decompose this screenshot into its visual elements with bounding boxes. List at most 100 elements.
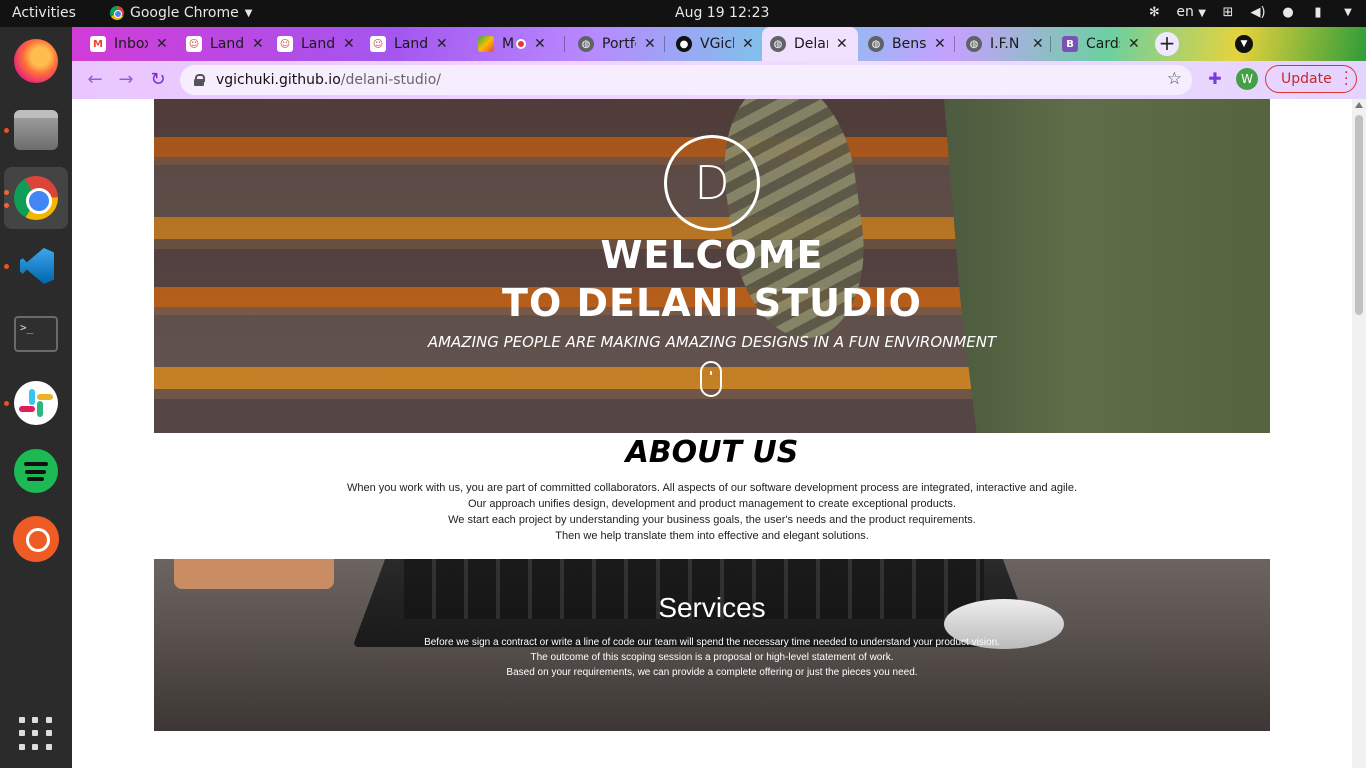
about-line: Our approach unifies design, development… xyxy=(468,498,956,510)
close-icon[interactable]: ✕ xyxy=(534,36,546,52)
services-heading: Services xyxy=(658,592,766,623)
volume-icon[interactable]: ◀) xyxy=(1250,4,1266,20)
tab-title: Inbox xyxy=(114,36,148,52)
tab-meet[interactable]: M ✕ xyxy=(470,27,554,61)
dock-vscode[interactable] xyxy=(12,242,60,290)
caret-down-icon: ▼ xyxy=(1198,8,1206,19)
close-icon[interactable]: ✕ xyxy=(156,36,168,52)
tab-title: VGichuki xyxy=(700,36,734,52)
tab-bens[interactable]: ◍ Bens ✕ xyxy=(860,27,954,61)
update-button[interactable]: Update · · · xyxy=(1265,65,1357,93)
services-line: The outcome of this scoping session is a… xyxy=(530,652,894,663)
tab-title: Landing xyxy=(301,36,335,52)
scroll-mouse-icon[interactable] xyxy=(700,361,722,397)
close-icon[interactable]: ✕ xyxy=(742,36,754,52)
spotify-icon xyxy=(14,449,58,493)
browser-toolbar: ← → ↻ vgichuki.github.io/delani-studio/ … xyxy=(72,61,1366,99)
close-icon[interactable]: ✕ xyxy=(343,36,355,52)
running-indicator xyxy=(4,128,9,133)
tab-title: Landing xyxy=(210,36,244,52)
url-host: vgichuki.github.io xyxy=(216,72,341,88)
globe-icon: ◍ xyxy=(578,36,594,52)
close-icon[interactable]: ✕ xyxy=(436,36,448,52)
page-scrollbar[interactable] xyxy=(1352,99,1366,768)
close-icon[interactable]: ✕ xyxy=(934,36,946,52)
firefox-icon xyxy=(14,39,58,83)
reload-icon[interactable]: ↻ xyxy=(147,69,169,91)
system-top-bar: Activities Google Chrome ▼ Aug 19 12:23 … xyxy=(0,0,1366,27)
microphone-icon[interactable]: ● xyxy=(1280,4,1296,20)
scroll-up-arrow-icon[interactable] xyxy=(1355,102,1363,108)
tab-title: Landing xyxy=(394,36,428,52)
dock-postman[interactable] xyxy=(12,515,60,563)
tab-inbox[interactable]: M Inbox ✕ xyxy=(82,27,176,61)
new-tab-button[interactable]: + xyxy=(1155,32,1179,56)
battery-icon[interactable]: ▮ xyxy=(1310,4,1326,20)
tab-title: Portfolio xyxy=(602,36,636,52)
scrollbar-thumb[interactable] xyxy=(1355,115,1363,315)
tab-vgichuki[interactable]: ● VGichuki ✕ xyxy=(668,27,762,61)
caret-down-icon[interactable]: ▼ xyxy=(1340,4,1356,20)
address-bar[interactable]: vgichuki.github.io/delani-studio/ ☆ xyxy=(180,65,1192,95)
tab-separator xyxy=(954,36,955,52)
profile-avatar[interactable]: W xyxy=(1236,68,1258,90)
lock-icon[interactable] xyxy=(194,74,205,86)
more-vert-icon[interactable]: · · · xyxy=(1344,66,1348,92)
back-arrow-icon[interactable]: ← xyxy=(84,69,106,91)
tab-ifn[interactable]: ◍ I.F.N ✕ xyxy=(958,27,1052,61)
close-icon[interactable]: ✕ xyxy=(1032,36,1044,52)
dock-spotify[interactable] xyxy=(12,447,60,495)
url-path: /delani-studio/ xyxy=(340,72,441,88)
app-menu[interactable]: Google Chrome ▼ xyxy=(110,5,252,21)
tab-delani-active[interactable]: ◍ Delani ✕ xyxy=(762,27,858,61)
tab-landing-1[interactable]: ☺ Landing ✕ xyxy=(178,27,272,61)
services-line: Before we sign a contract or write a lin… xyxy=(424,637,1000,648)
dock-slack[interactable] xyxy=(12,379,60,427)
tab-title: M xyxy=(502,36,514,52)
tab-title: Delani xyxy=(794,36,828,52)
close-icon[interactable]: ✕ xyxy=(644,36,656,52)
vscode-icon xyxy=(14,244,58,288)
tab-portfolio[interactable]: ◍ Portfolio ✕ xyxy=(570,27,664,61)
running-indicator xyxy=(4,401,9,406)
dock-firefox[interactable] xyxy=(12,37,60,85)
language-indicator[interactable]: en ▼ xyxy=(1176,4,1206,20)
running-indicator xyxy=(4,264,9,269)
slack-tray-icon[interactable]: ✻ xyxy=(1146,4,1162,20)
globe-icon: ◍ xyxy=(868,36,884,52)
avatar-icon: ☺ xyxy=(277,36,293,52)
tab-separator xyxy=(564,36,565,52)
activities-button[interactable]: Activities xyxy=(12,5,76,21)
chrome-icon xyxy=(14,176,58,220)
about-line: When you work with us, you are part of c… xyxy=(346,482,1078,494)
services-line: Based on your requirements, we can provi… xyxy=(506,667,918,678)
studio-logo: D xyxy=(664,135,760,231)
close-icon[interactable]: ✕ xyxy=(252,36,264,52)
tab-landing-3[interactable]: ☺ Landing ✕ xyxy=(362,27,456,61)
app-grid-icon xyxy=(19,717,53,751)
tab-search-button[interactable]: ▼ xyxy=(1235,35,1253,53)
update-label: Update xyxy=(1281,71,1332,87)
services-section: Services Before we sign a contract or wr… xyxy=(154,559,1270,731)
slack-icon xyxy=(14,381,58,425)
tab-title: Bens xyxy=(892,36,926,52)
avatar-icon: ☺ xyxy=(370,36,386,52)
tab-cards[interactable]: B Cards ✕ xyxy=(1054,27,1148,61)
extensions-puzzle-icon[interactable]: ✚ xyxy=(1206,70,1224,88)
dock-terminal[interactable]: >_ xyxy=(12,310,60,358)
close-icon[interactable]: ✕ xyxy=(836,36,848,52)
clock[interactable]: Aug 19 12:23 xyxy=(675,5,769,21)
close-icon[interactable]: ✕ xyxy=(1128,36,1140,52)
hero-section: D WELCOME TO DELANI STUDIO AMAZING PEOPL… xyxy=(154,99,1270,433)
tab-landing-2[interactable]: ☺ Landing ✕ xyxy=(269,27,363,61)
dock-files[interactable] xyxy=(12,106,60,154)
bookmark-star-icon[interactable]: ☆ xyxy=(1167,69,1182,89)
avatar-icon: ☺ xyxy=(186,36,202,52)
show-applications-button[interactable] xyxy=(12,710,60,758)
dock-chrome[interactable] xyxy=(4,167,68,229)
globe-icon: ◍ xyxy=(770,36,786,52)
forward-arrow-icon[interactable]: → xyxy=(115,69,137,91)
github-icon: ● xyxy=(676,36,692,52)
network-icon[interactable]: ⊞ xyxy=(1220,4,1236,20)
phone-image xyxy=(174,559,334,589)
